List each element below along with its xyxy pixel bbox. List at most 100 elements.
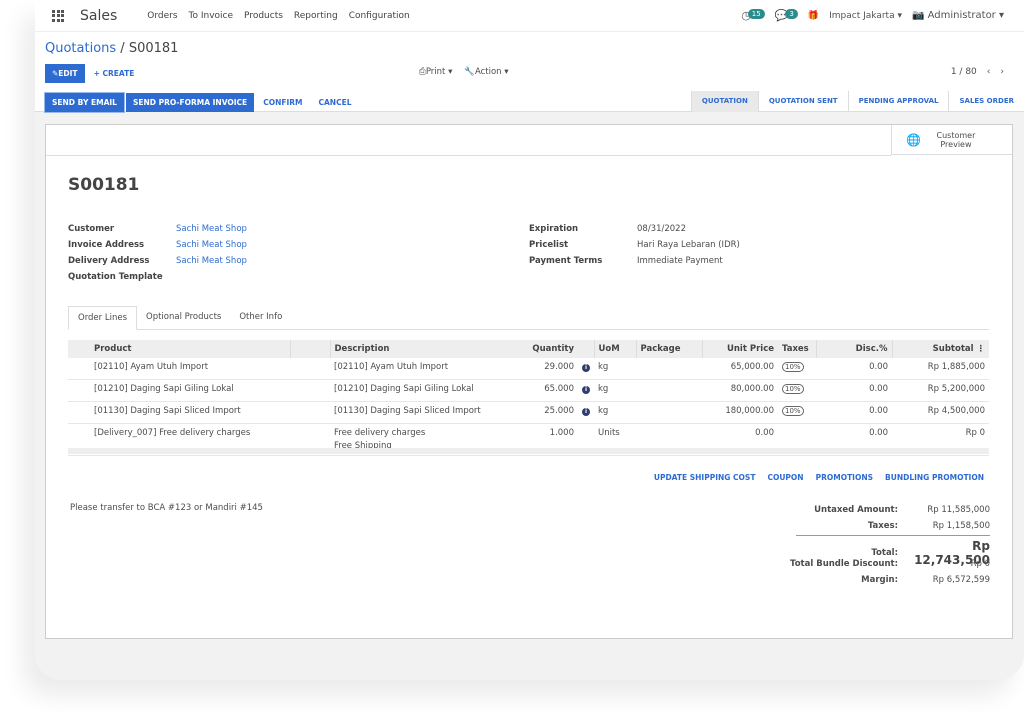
- pricelist-field[interactable]: Hari Raya Lebaran (IDR): [637, 240, 837, 250]
- pricelist-label: Pricelist: [529, 240, 569, 250]
- product-cell[interactable]: [01210] Daging Sapi Giling Lokal: [90, 379, 330, 402]
- confirm-button[interactable]: CONFIRM: [256, 93, 309, 112]
- untaxed-amount: Untaxed Amount: Rp 11,585,000: [814, 505, 990, 515]
- action-dropdown[interactable]: 🔧Action ▾: [464, 67, 508, 77]
- gift-icon[interactable]: 🎁: [808, 11, 819, 21]
- status-sales-order[interactable]: SALES ORDER: [948, 91, 1024, 112]
- description-cell[interactable]: [01210] Daging Sapi Giling Lokal: [330, 379, 512, 402]
- taxes-cell[interactable]: 10%: [778, 358, 816, 380]
- info-icon[interactable]: i: [582, 386, 590, 394]
- menu-products[interactable]: Products: [244, 11, 283, 21]
- status-quotation[interactable]: QUOTATION: [690, 91, 758, 112]
- printer-icon: ⎙: [419, 67, 426, 77]
- coupon-button[interactable]: COUPON: [767, 473, 803, 483]
- avatar: 📷: [911, 10, 925, 21]
- col-package[interactable]: Package: [635, 340, 702, 358]
- uom-cell[interactable]: kg: [594, 401, 636, 424]
- quotation-template-field[interactable]: [176, 272, 376, 282]
- unit-price-cell[interactable]: 65,000.00: [702, 358, 778, 380]
- table-row[interactable]: [01210] Daging Sapi Giling Lokal [01210]…: [68, 379, 989, 402]
- previous-record-button[interactable]: ‹: [987, 67, 991, 77]
- pager-value[interactable]: 1 / 80: [951, 67, 977, 77]
- unit-price-cell[interactable]: 180,000.00: [702, 401, 778, 424]
- activity-button[interactable]: ◷15: [741, 9, 765, 22]
- discount-cell[interactable]: 0.00: [816, 401, 892, 424]
- discount-cell[interactable]: 0.00: [816, 379, 892, 402]
- taxes-cell[interactable]: 10%: [778, 401, 816, 424]
- breadcrumb-quotations[interactable]: Quotations: [45, 41, 116, 56]
- quantity-cell[interactable]: 25.000: [512, 401, 578, 424]
- unit-price-cell[interactable]: 80,000.00: [702, 379, 778, 402]
- next-record-button[interactable]: ›: [1000, 67, 1004, 77]
- tax-tag: 10%: [782, 362, 804, 372]
- order-name: S00181: [68, 175, 140, 195]
- info-icon[interactable]: i: [582, 408, 590, 416]
- col-unit-price[interactable]: Unit Price: [701, 340, 778, 358]
- send-proforma-button[interactable]: SEND PRO-FORMA INVOICE: [125, 93, 255, 112]
- tab-order-lines[interactable]: Order Lines: [68, 306, 137, 330]
- col-taxes[interactable]: Taxes: [778, 340, 816, 358]
- uom-cell[interactable]: kg: [594, 379, 636, 402]
- col-uom[interactable]: UoM: [593, 340, 636, 358]
- info-icon[interactable]: i: [582, 364, 590, 372]
- apps-menu-icon[interactable]: [52, 9, 64, 22]
- margin-amount: Margin: Rp 6,572,599: [861, 575, 990, 585]
- payment-terms-label: Payment Terms: [529, 256, 603, 266]
- company-switcher[interactable]: Impact Jakarta ▾: [829, 11, 902, 21]
- package-cell[interactable]: [636, 401, 702, 424]
- expiration-field[interactable]: 08/31/2022: [637, 224, 837, 234]
- delivery-address-label: Delivery Address: [68, 256, 150, 266]
- column-options-icon[interactable]: ⋮: [977, 344, 986, 354]
- package-cell[interactable]: [636, 379, 702, 402]
- discount-cell[interactable]: 0.00: [816, 358, 892, 380]
- delivery-address-field[interactable]: Sachi Meat Shop: [176, 256, 376, 266]
- menu-reporting[interactable]: Reporting: [294, 11, 338, 21]
- menu-configuration[interactable]: Configuration: [349, 11, 410, 21]
- quantity-cell[interactable]: 29.000: [512, 358, 578, 380]
- product-cell[interactable]: [02110] Ayam Utuh Import: [90, 358, 330, 380]
- product-cell[interactable]: [01130] Daging Sapi Sliced Import: [90, 401, 330, 424]
- description-cell[interactable]: [02110] Ayam Utuh Import: [330, 358, 512, 380]
- tab-optional-products[interactable]: Optional Products: [137, 306, 230, 329]
- col-disc[interactable]: Disc.%: [815, 340, 892, 358]
- update-shipping-cost-button[interactable]: UPDATE SHIPPING COST: [654, 473, 756, 483]
- taxes-cell[interactable]: 10%: [778, 379, 816, 402]
- col-description[interactable]: Description: [329, 340, 512, 358]
- payment-terms-field[interactable]: Immediate Payment: [637, 256, 837, 266]
- top-navbar: Sales Orders To Invoice Products Reporti…: [35, 0, 1024, 32]
- customer-label: Customer: [68, 224, 115, 234]
- status-quotation-sent[interactable]: QUOTATION SENT: [757, 91, 848, 112]
- quotation-template-label: Quotation Template: [68, 272, 163, 282]
- package-cell[interactable]: [636, 358, 702, 380]
- col-quantity[interactable]: Quantity: [512, 340, 578, 358]
- customer-field[interactable]: Sachi Meat Shop: [176, 224, 376, 234]
- notebook-tabs: Order Lines Optional Products Other Info: [68, 306, 989, 330]
- expiration-label: Expiration: [529, 224, 579, 234]
- send-by-email-button[interactable]: SEND BY EMAIL: [44, 92, 125, 113]
- menu-orders[interactable]: Orders: [147, 11, 177, 21]
- company-name: Impact Jakarta: [829, 10, 895, 21]
- uom-cell[interactable]: kg: [594, 358, 636, 380]
- table-row[interactable]: [02110] Ayam Utuh Import [02110] Ayam Ut…: [68, 358, 989, 380]
- col-subtotal[interactable]: Subtotal ⋮: [891, 340, 989, 358]
- col-product[interactable]: Product: [90, 340, 290, 358]
- messages-button[interactable]: 💬3: [775, 9, 798, 22]
- edit-button[interactable]: ✎EDIT: [45, 64, 85, 83]
- user-menu[interactable]: 📷 Administrator ▾: [912, 10, 1004, 21]
- invoice-address-field[interactable]: Sachi Meat Shop: [176, 240, 376, 250]
- quantity-cell[interactable]: 65.000: [512, 379, 578, 402]
- tab-other-info[interactable]: Other Info: [230, 306, 291, 329]
- promotions-button[interactable]: PROMOTIONS: [816, 473, 873, 483]
- print-dropdown[interactable]: ⎙Print ▾: [419, 67, 452, 77]
- tax-tag: 10%: [782, 406, 804, 416]
- user-name: Administrator: [927, 10, 996, 21]
- cancel-button[interactable]: CANCEL: [312, 93, 359, 112]
- bundling-promotion-button[interactable]: BUNDLING PROMOTION: [885, 473, 984, 483]
- customer-preview-button[interactable]: 🌐 Customer Preview: [891, 125, 1012, 155]
- status-pending-approval[interactable]: PENDING APPROVAL: [847, 91, 949, 112]
- menu-to-invoice[interactable]: To Invoice: [189, 11, 234, 21]
- table-row[interactable]: [01130] Daging Sapi Sliced Import [01130…: [68, 401, 989, 424]
- create-button[interactable]: + CREATE: [87, 64, 142, 83]
- terms-note[interactable]: Please transfer to BCA #123 or Mandiri #…: [70, 503, 263, 513]
- description-cell[interactable]: [01130] Daging Sapi Sliced Import: [330, 401, 512, 424]
